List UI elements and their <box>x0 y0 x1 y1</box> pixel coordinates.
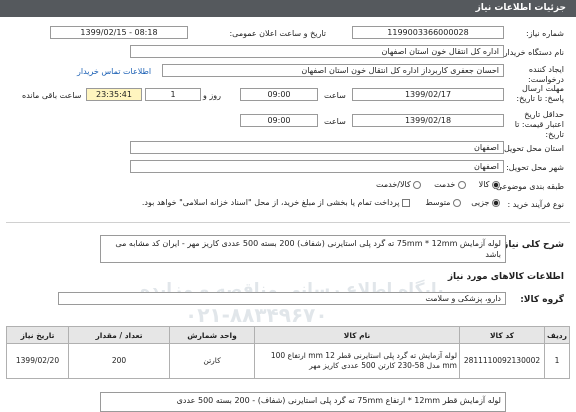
col-code: کد کالا <box>459 326 545 344</box>
row-code: 2811110092130002 <box>459 343 545 379</box>
deadline-time-label: ساعت <box>324 91 346 100</box>
process-options: جزیی متوسط پرداخت تمام یا بخشی از مبلغ خ… <box>142 198 500 207</box>
treasury-payment-checkbox[interactable] <box>402 198 411 207</box>
city-field[interactable]: اصفهان <box>130 160 504 173</box>
creator-field[interactable]: احسان جعفری کاربرداز اداره کل انتقال خون… <box>162 64 504 77</box>
category-goods-label: کالا <box>478 180 490 189</box>
process-partial-label: جزیی <box>471 198 490 207</box>
category-label: طبقه بندی موضوعی: <box>493 182 564 191</box>
summary-label: شرح کلی نیاز: <box>499 240 564 250</box>
category-service-label: خدمت <box>434 180 456 189</box>
day-label: روز و <box>203 91 221 100</box>
goods-group-field[interactable]: دارو، پزشکی و سلامت <box>58 292 506 305</box>
col-date: تاریخ نیاز <box>6 326 69 344</box>
validity-time-label: ساعت <box>324 117 346 126</box>
row-unit: کارتن <box>169 343 255 379</box>
announce-date-label: تاریخ و ساعت اعلان عمومی: <box>229 29 326 38</box>
validity-date-field[interactable]: 1399/02/18 <box>352 114 504 127</box>
need-number-field[interactable]: 1199003366000028 <box>352 26 504 39</box>
validity-label: حداقل تاریخ اعتبار قیمت: تا تاریخ: <box>514 110 564 139</box>
category-service-radio[interactable] <box>457 180 466 189</box>
row-index: 1 <box>544 343 570 379</box>
province-label: استان محل تحویل: <box>501 144 564 153</box>
process-medium-radio[interactable] <box>453 198 462 207</box>
category-goods-radio[interactable] <box>492 180 500 189</box>
remaining-time-field: 23:35:41 <box>86 88 142 101</box>
goods-group-label: گروه کالا: <box>520 295 564 305</box>
remaining-label: ساعت باقی مانده <box>22 91 82 100</box>
col-name: نام کالا <box>254 326 460 344</box>
col-qty: تعداد / مقدار <box>68 326 170 344</box>
deadline-label: مهلت ارسال پاسخ: تا تاریخ: <box>516 84 564 103</box>
buyer-label: نام دستگاه خریدار: <box>501 48 564 57</box>
need-number-label: شماره نیاز: <box>526 29 564 38</box>
creator-label: ایجاد کننده درخواست: <box>528 65 564 84</box>
buyer-contact-link[interactable]: اطلاعات تماس خریدار <box>77 67 151 76</box>
deadline-date-field[interactable]: 1399/02/17 <box>352 88 504 101</box>
category-goods-service-radio[interactable] <box>413 180 422 189</box>
row-date: 1399/02/20 <box>6 343 69 379</box>
goods-section-title: اطلاعات کالاهای مورد نیاز <box>447 272 564 282</box>
summary-text: لوله آزمایش 75mm * 12mm ته گرد پلی استای… <box>100 235 506 263</box>
watermark-line-2: ۰۲۱-۸۸۳۴۹۶۷۰ <box>185 303 328 327</box>
treasury-payment-note: پرداخت تمام یا بخشی از مبلغ خرید، از محل… <box>141 198 400 207</box>
table-row[interactable]: 1 2811110092130002 لوله آزمایش ته گرد پل… <box>6 343 570 379</box>
validity-time-field[interactable]: 09:00 <box>240 114 318 127</box>
announce-date-field[interactable]: 1399/02/15 - 08:18 <box>50 26 188 39</box>
section-divider <box>6 222 570 223</box>
row-name: لوله آزمایش ته گرد پلی استایرنی قطر 12 m… <box>254 343 460 379</box>
bottom-description: لوله آزمایش قطر 12mm * ارتفاع 75mm ته گر… <box>100 392 506 412</box>
col-index: ردیف <box>544 326 570 344</box>
city-label: شهر محل تحویل: <box>506 163 564 172</box>
category-goods-service-label: کالا/خدمت <box>376 180 411 189</box>
category-options: کالا خدمت کالا/خدمت <box>376 180 500 189</box>
process-partial-radio[interactable] <box>492 198 500 207</box>
process-medium-label: متوسط <box>425 198 451 207</box>
buyer-field[interactable]: اداره کل انتقال خون استان اصفهان <box>130 45 504 58</box>
goods-table: ردیف کد کالا نام کالا واحد شمارش تعداد /… <box>6 326 570 379</box>
row-qty: 200 <box>68 343 170 379</box>
page-title: جزئیات اطلاعات نیاز <box>475 3 566 13</box>
page-title-bar: جزئیات اطلاعات نیاز <box>0 0 576 17</box>
col-unit: واحد شمارش <box>169 326 255 344</box>
days-field[interactable]: 1 <box>145 88 201 101</box>
province-field[interactable]: اصفهان <box>130 141 504 154</box>
deadline-time-field[interactable]: 09:00 <box>240 88 318 101</box>
goods-table-header: ردیف کد کالا نام کالا واحد شمارش تعداد /… <box>6 326 570 344</box>
process-label: نوع فرآیند خرید : <box>507 200 564 209</box>
